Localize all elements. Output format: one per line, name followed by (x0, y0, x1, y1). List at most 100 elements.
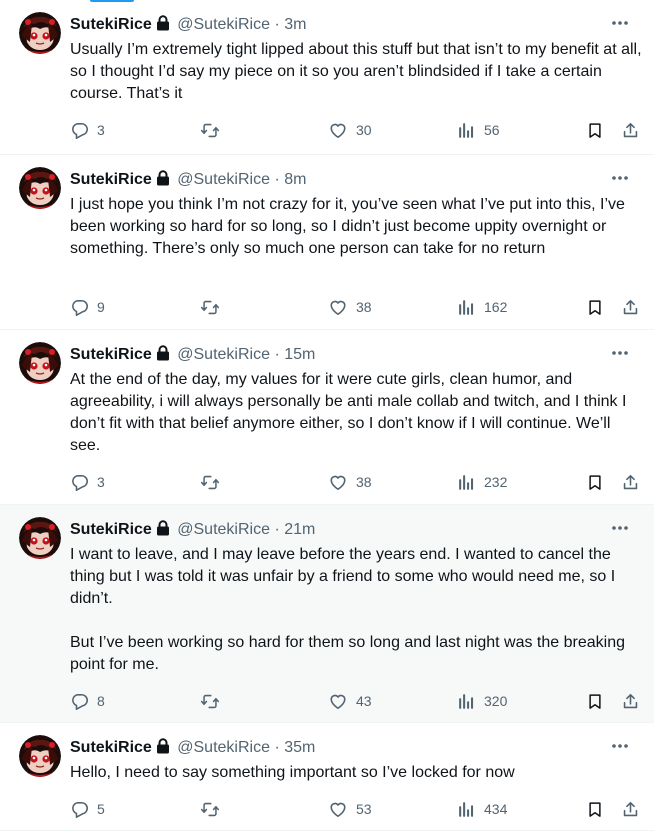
display-name[interactable]: SutekiRice (70, 346, 152, 363)
display-name[interactable]: SutekiRice (70, 171, 152, 188)
retweet-button[interactable] (200, 691, 220, 711)
separator: · (274, 739, 280, 756)
timestamp[interactable]: 8m (284, 171, 306, 188)
like-icon (328, 298, 348, 317)
more-icon[interactable] (610, 16, 630, 30)
timestamp[interactable]: 3m (284, 16, 306, 33)
retweet-button[interactable] (200, 472, 220, 492)
tweet[interactable]: SutekiRice @SutekiRice · 15m At the end … (0, 330, 654, 505)
more-icon[interactable] (610, 521, 630, 535)
like-button[interactable]: 53 (328, 799, 372, 819)
views-icon (457, 121, 476, 140)
views-button[interactable]: 56 (457, 120, 500, 140)
view-count: 232 (484, 474, 508, 490)
user-handle[interactable]: @SutekiRice (177, 346, 270, 363)
tweet[interactable]: SutekiRice @SutekiRice · 3m Usually I’m … (0, 0, 654, 155)
share-icon (621, 298, 640, 317)
reply-button[interactable]: 5 (70, 799, 105, 819)
timestamp[interactable]: 35m (284, 739, 315, 756)
user-handle[interactable]: @SutekiRice (177, 16, 270, 33)
more-icon[interactable] (610, 346, 630, 360)
tweet-actions: 3 30 56 (70, 120, 645, 140)
tweet-text: I just hope you think I’m not crazy for … (70, 196, 630, 257)
views-button[interactable]: 162 (457, 297, 507, 317)
share-icon (621, 692, 640, 711)
timestamp[interactable]: 15m (284, 346, 315, 363)
separator: · (274, 346, 280, 363)
views-button[interactable]: 320 (457, 691, 507, 711)
reply-count: 5 (97, 801, 105, 817)
views-icon (457, 692, 476, 711)
lock-icon (156, 170, 170, 192)
tweet-actions: 8 43 320 (70, 691, 645, 711)
lock-icon (156, 345, 170, 367)
tweet-text: At the end of the day, my values for it … (70, 371, 631, 454)
reply-button[interactable]: 3 (70, 472, 105, 492)
display-name[interactable]: SutekiRice (70, 521, 152, 538)
tweet-text: Hello, I need to say something important… (70, 764, 515, 781)
tweet[interactable]: SutekiRice @SutekiRice · 8m I just hope … (0, 155, 654, 330)
retweet-button[interactable] (200, 120, 220, 140)
share-button[interactable] (621, 120, 640, 140)
views-button[interactable]: 434 (457, 799, 507, 819)
user-handle[interactable]: @SutekiRice (177, 739, 270, 756)
tweet[interactable]: SutekiRice @SutekiRice · 35m Hello, I ne… (0, 723, 654, 831)
reply-count: 3 (97, 474, 105, 490)
share-button[interactable] (621, 799, 640, 819)
tweet[interactable]: SutekiRice @SutekiRice · 21m I want to l… (0, 505, 654, 723)
display-name[interactable]: SutekiRice (70, 16, 152, 33)
reply-button[interactable]: 8 (70, 691, 105, 711)
share-icon (621, 121, 640, 140)
bookmark-button[interactable] (586, 799, 604, 819)
tweet-actions: 3 38 232 (70, 472, 645, 492)
share-button[interactable] (621, 472, 640, 492)
like-button[interactable]: 30 (328, 120, 372, 140)
views-icon (457, 298, 476, 317)
display-name[interactable]: SutekiRice (70, 739, 152, 756)
like-button[interactable]: 38 (328, 297, 372, 317)
more-icon[interactable] (610, 739, 630, 753)
retweet-button[interactable] (200, 297, 220, 317)
like-count: 43 (356, 693, 372, 709)
like-button[interactable]: 43 (328, 691, 372, 711)
bookmark-button[interactable] (586, 297, 604, 317)
retweet-icon (200, 298, 220, 317)
retweet-icon (200, 121, 220, 140)
reply-button[interactable]: 3 (70, 120, 105, 140)
reply-icon (70, 298, 89, 317)
tweet-feed: SutekiRice @SutekiRice · 3m Usually I’m … (0, 0, 654, 833)
avatar[interactable] (19, 342, 61, 384)
user-handle[interactable]: @SutekiRice (177, 171, 270, 188)
tweet-actions: 5 53 434 (70, 799, 645, 819)
reply-icon (70, 800, 89, 819)
tweet-header: SutekiRice @SutekiRice · 3m (70, 15, 306, 37)
retweet-icon (200, 800, 220, 819)
share-icon (621, 800, 640, 819)
like-icon (328, 800, 348, 819)
separator: · (274, 521, 280, 538)
avatar[interactable] (19, 517, 61, 559)
avatar[interactable] (19, 167, 61, 209)
reply-count: 9 (97, 299, 105, 315)
avatar[interactable] (19, 12, 61, 54)
like-count: 38 (356, 474, 372, 490)
avatar[interactable] (19, 735, 61, 777)
share-button[interactable] (621, 691, 640, 711)
bookmark-button[interactable] (586, 120, 604, 140)
reply-count: 3 (97, 122, 105, 138)
tweet-actions: 9 38 162 (70, 297, 645, 317)
lock-icon (156, 15, 170, 37)
reply-icon (70, 121, 89, 140)
like-button[interactable]: 38 (328, 472, 372, 492)
views-button[interactable]: 232 (457, 472, 507, 492)
reply-button[interactable]: 9 (70, 297, 105, 317)
bookmark-button[interactable] (586, 691, 604, 711)
more-icon[interactable] (610, 171, 630, 185)
user-handle[interactable]: @SutekiRice (177, 521, 270, 538)
share-button[interactable] (621, 297, 640, 317)
bookmark-button[interactable] (586, 472, 604, 492)
timestamp[interactable]: 21m (284, 521, 315, 538)
retweet-button[interactable] (200, 799, 220, 819)
views-icon (457, 800, 476, 819)
like-count: 38 (356, 299, 372, 315)
